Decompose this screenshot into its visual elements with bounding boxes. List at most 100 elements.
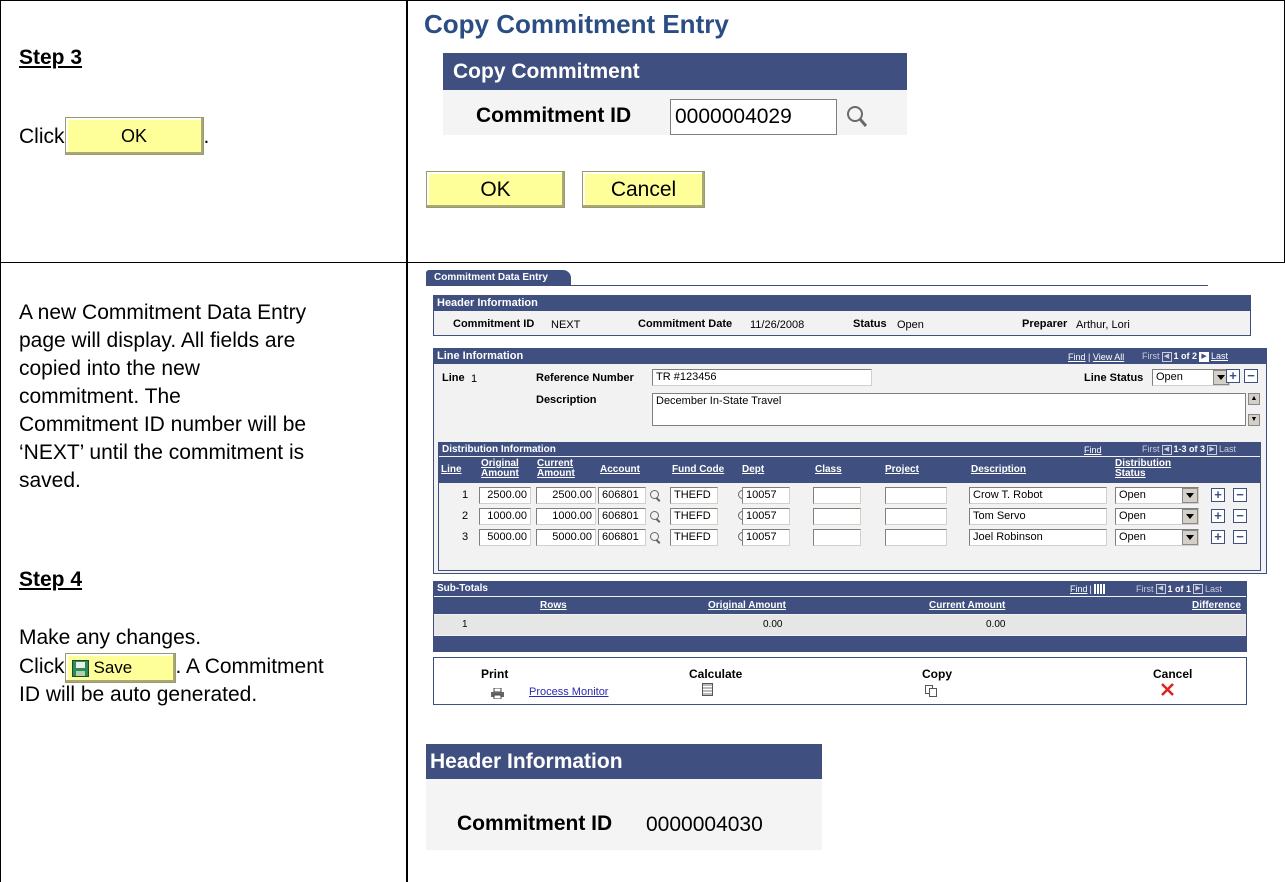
subtotals-prev-icon[interactable]: ◀ [1155,584,1166,594]
hdr-commitment-date-label: Commitment Date [638,318,733,330]
cancel-button[interactable]: Cancel [582,171,705,208]
subtotals-next-icon[interactable]: ▶ [1193,584,1204,594]
search-icon[interactable] [846,105,868,129]
dist-status-select[interactable]: Open [1115,487,1199,504]
add-row-button[interactable]: + [1211,488,1225,502]
table-row: 2 1000.00 1000.00 606801 THEFD 10057 Tom… [439,505,1260,526]
orig-amount-input[interactable]: 2500.00 [479,487,531,504]
cur-amount-input[interactable]: 1000.00 [536,508,596,525]
hdr-status-value: Open [897,319,924,331]
col-line[interactable]: Line [441,465,462,475]
col-description[interactable]: Description [971,465,1026,475]
col-original-amount[interactable]: Original Amount [481,459,519,479]
col-account[interactable]: Account [600,465,640,475]
dist-first-link[interactable]: First [1142,443,1160,456]
fund-code-input[interactable]: THEFD [670,529,718,546]
add-row-button[interactable]: + [1211,509,1225,523]
account-search-icon[interactable] [649,490,661,502]
printer-icon[interactable] [491,686,504,700]
class-input[interactable] [813,487,861,504]
table-border-top [0,0,1285,1]
row-description-input[interactable]: Tom Servo [969,508,1107,525]
remove-row-button[interactable]: − [1233,530,1247,544]
red-x-icon[interactable] [1161,683,1174,696]
description-textarea[interactable]: December In-State Travel [652,393,1246,426]
subtotals-box: Sub-Totals Find | First ◀ 1 of 1 ▶ Last … [433,581,1247,652]
line-info-box: Line Information Find | View All First ◀… [433,348,1267,574]
desc-line-7: saved. [19,469,81,492]
col-current-amount[interactable]: Current Amount [537,459,575,479]
desc-line-6: ‘NEXT’ until the commitment is [19,441,305,464]
cur-amount-input[interactable]: 2500.00 [536,487,596,504]
dept-input[interactable]: 10057 [742,529,790,546]
account-input[interactable]: 606801 [598,529,646,546]
step-4-description: A new Commitment Data Entry page will di… [19,299,399,495]
ok-button[interactable]: OK [426,171,565,208]
line-status-select[interactable]: Open [1152,369,1230,386]
ref-number-input[interactable]: TR #123456 [652,369,872,386]
subtotals-first-link[interactable]: First [1136,582,1154,596]
line-find-link[interactable]: Find [1068,352,1086,362]
process-monitor-link[interactable]: Process Monitor [529,686,608,698]
dist-next-icon[interactable]: ▶ [1207,444,1218,455]
subtotals-header-row: Rows Original Amount Current Amount Diff… [434,597,1246,614]
calculator-icon[interactable] [702,683,713,696]
col-fund-code[interactable]: Fund Code [672,465,724,475]
fund-code-input[interactable]: THEFD [670,487,718,504]
subtotals-col-rows[interactable]: Rows [540,601,567,611]
dist-status-select[interactable]: Open [1115,508,1199,525]
grid-download-icon[interactable] [1093,584,1105,594]
subtotals-footer [434,636,1246,651]
copy-commitment-id-input[interactable]: 0000004029 [670,99,837,135]
orig-amount-input[interactable]: 1000.00 [479,508,531,525]
orig-amount-input[interactable]: 5000.00 [479,529,531,546]
line-last-link[interactable]: Last [1211,349,1228,364]
line-first-link[interactable]: First [1142,349,1160,364]
dept-input[interactable]: 10057 [742,508,790,525]
row-description-input[interactable]: Joel Robinson [969,529,1107,546]
add-row-button[interactable]: + [1211,530,1225,544]
save-instruction: Click Save . A Commitment [19,653,324,683]
remove-row-button[interactable]: − [1233,488,1247,502]
copy-icon[interactable] [925,684,937,697]
project-input[interactable] [885,529,947,546]
cur-amount-input[interactable]: 5000.00 [536,529,596,546]
row-description-input[interactable]: Crow T. Robot [969,487,1107,504]
step-3-heading: Step 3 [19,46,83,69]
textarea-scrollbar[interactable]: ▲ ▼ [1248,393,1260,426]
project-input[interactable] [885,487,947,504]
subtotals-col-orig[interactable]: Original Amount [708,601,786,611]
subtotals-col-cur[interactable]: Current Amount [929,601,1005,611]
tab-commitment-data-entry[interactable]: Commitment Data Entry [426,270,571,286]
dist-status-select[interactable]: Open [1115,529,1199,546]
col-class[interactable]: Class [815,465,842,475]
dist-find-link[interactable]: Find [1084,444,1102,457]
add-line-button[interactable]: + [1226,369,1240,383]
dist-last-link[interactable]: Last [1219,443,1236,456]
remove-line-button[interactable]: − [1244,369,1258,383]
prev-arrow-icon[interactable]: ◀ [1161,351,1172,362]
next-arrow-icon[interactable]: ▶ [1199,351,1210,362]
print-label: Print [481,667,509,681]
fund-code-input[interactable]: THEFD [670,508,718,525]
project-input[interactable] [885,508,947,525]
class-input[interactable] [813,508,861,525]
line-view-all-link[interactable]: View All [1093,352,1124,362]
subtotals-last-link[interactable]: Last [1205,582,1222,596]
dist-prev-icon[interactable]: ◀ [1161,444,1172,455]
subtotals-col-diff[interactable]: Difference [1192,601,1241,611]
col-dept[interactable]: Dept [742,465,764,475]
account-input[interactable]: 606801 [598,508,646,525]
remove-row-button[interactable]: − [1233,509,1247,523]
account-search-icon[interactable] [649,532,661,544]
col-project[interactable]: Project [885,465,919,475]
subtotals-find-link[interactable]: Find [1070,582,1088,596]
header-info-box: Header Information Commitment ID NEXT Co… [433,295,1251,336]
step-3-instruction: Click OK . [19,117,209,155]
dist-title: Distribution Information [442,444,556,455]
col-distribution-status[interactable]: Distribution Status [1115,459,1171,479]
class-input[interactable] [813,529,861,546]
account-input[interactable]: 606801 [598,487,646,504]
account-search-icon[interactable] [649,511,661,523]
dept-input[interactable]: 10057 [742,487,790,504]
